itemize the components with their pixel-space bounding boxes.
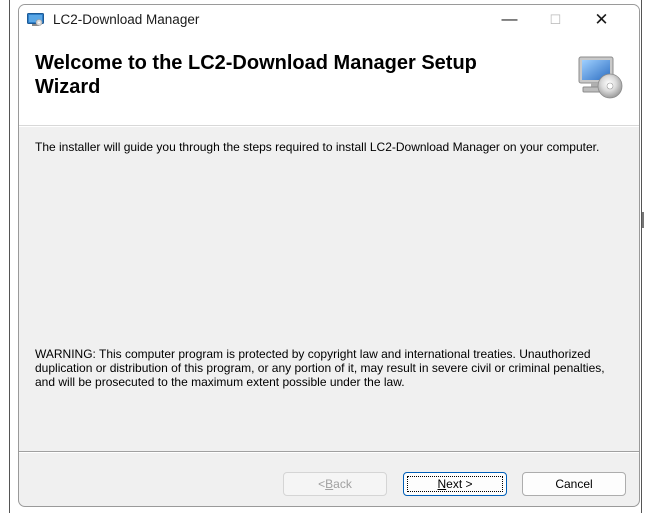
- wizard-header: Welcome to the LC2-Download Manager Setu…: [19, 35, 639, 126]
- background-window-edge-right: [641, 0, 642, 513]
- intro-text: The installer will guide you through the…: [35, 140, 600, 154]
- header-separator: [19, 126, 639, 127]
- setup-wizard-window: LC2-Download Manager — ☐ ✕ Welcome to th…: [18, 4, 640, 507]
- title-bar[interactable]: LC2-Download Manager — ☐ ✕: [19, 5, 639, 35]
- back-button-mnemonic: B: [325, 477, 334, 491]
- close-button[interactable]: ✕: [579, 5, 624, 35]
- back-button: < Back: [283, 472, 387, 496]
- back-button-rest: ack: [333, 477, 352, 491]
- focus-ring: [407, 476, 503, 492]
- background-window-edge-left: [9, 0, 10, 513]
- page-title: Welcome to the LC2-Download Manager Setu…: [35, 52, 477, 98]
- maximize-button: ☐: [549, 12, 562, 27]
- minimize-button[interactable]: —: [487, 5, 532, 35]
- background-window-scroll-mark: [642, 212, 644, 228]
- copyright-warning: WARNING: This computer program is protec…: [35, 347, 605, 389]
- back-button-prefix: <: [318, 477, 326, 491]
- computer-disc-icon: [575, 51, 625, 101]
- window-title: LC2-Download Manager: [53, 12, 200, 27]
- cancel-button[interactable]: Cancel: [522, 472, 626, 496]
- footer-separator-highlight: [19, 452, 639, 453]
- installer-app-icon: [27, 13, 44, 27]
- next-button[interactable]: Next >: [403, 472, 507, 496]
